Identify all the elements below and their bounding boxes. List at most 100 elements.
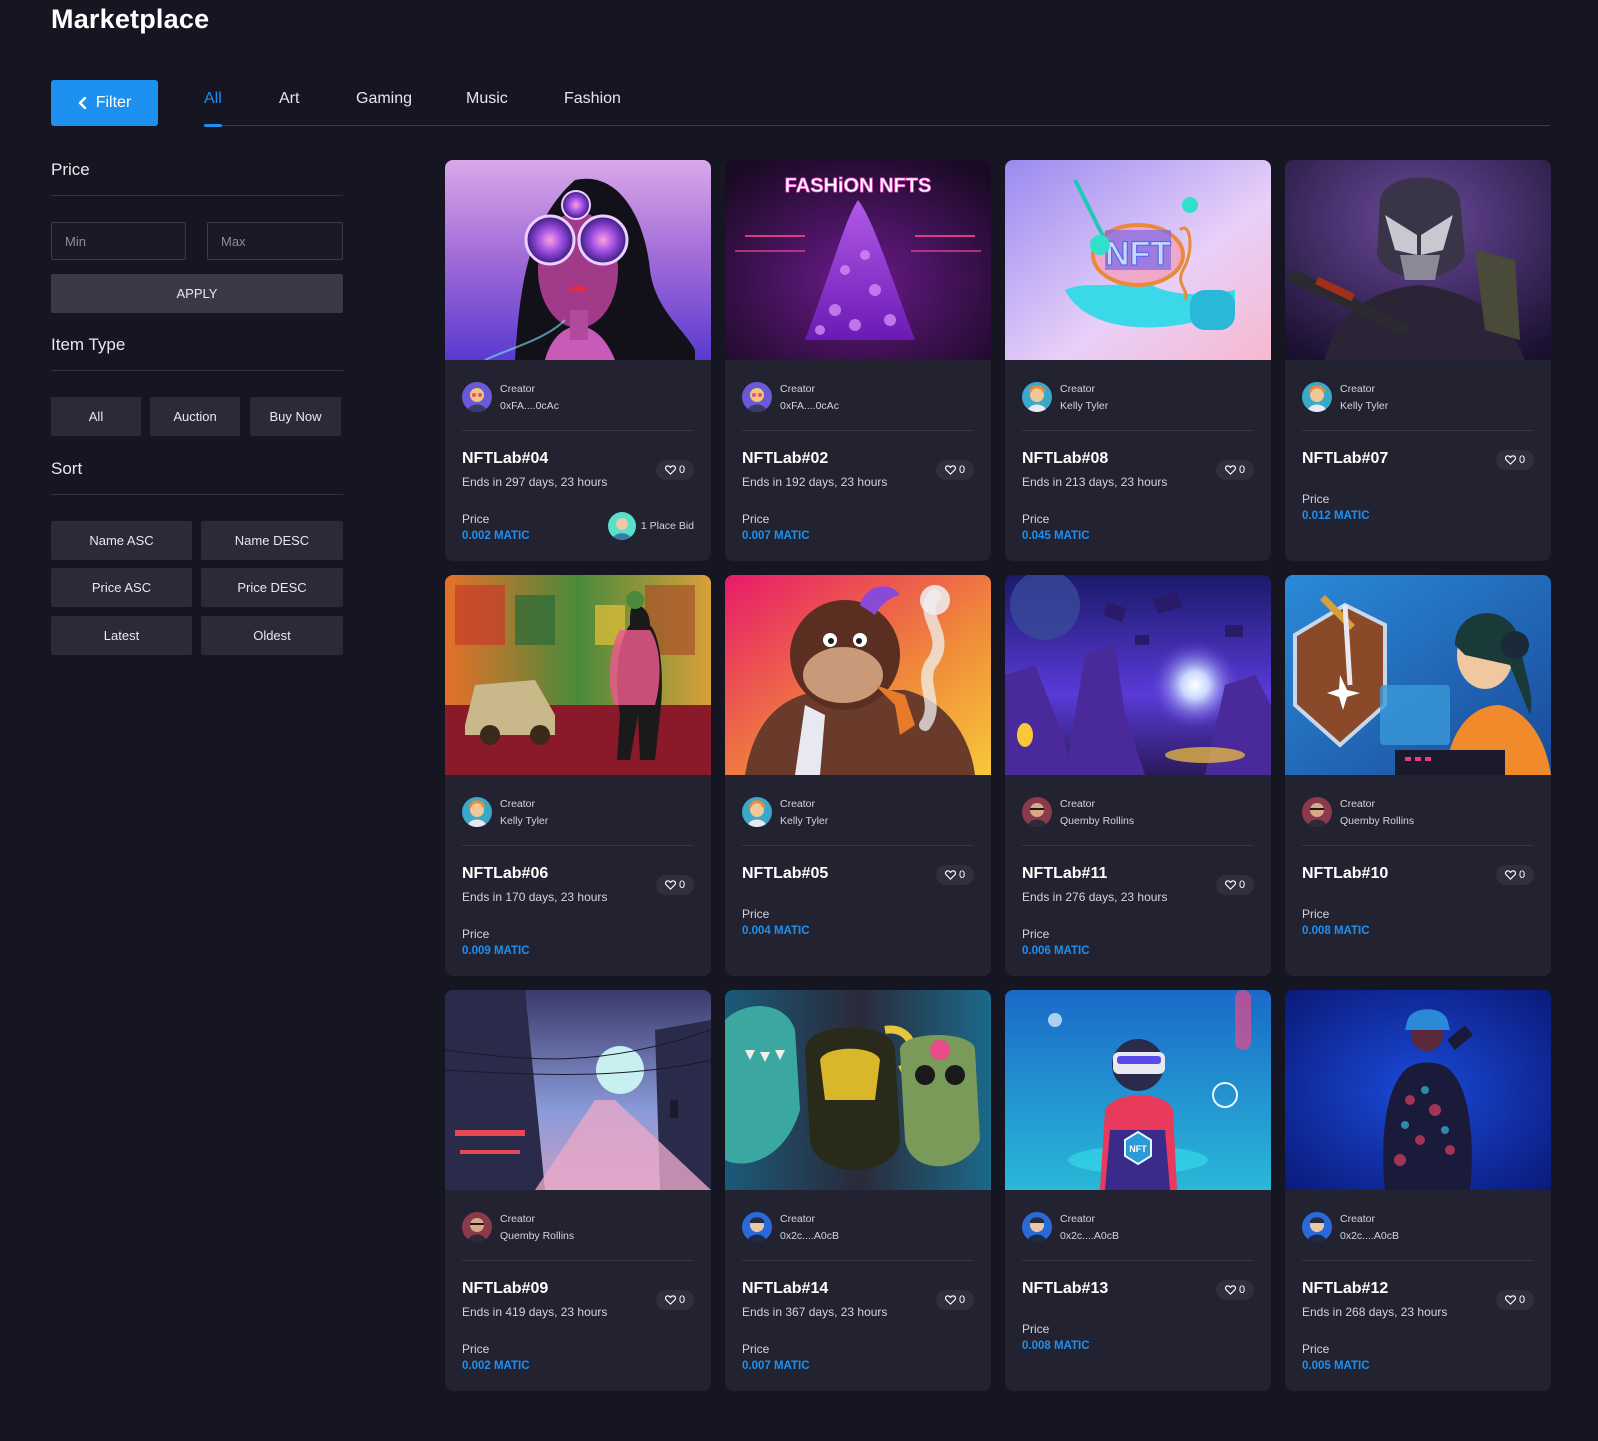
sort-name-desc-button[interactable]: Name DESC (201, 521, 343, 560)
tab-art[interactable]: Art (279, 90, 299, 108)
filter-button[interactable]: Filter (51, 80, 158, 126)
creator-avatar[interactable] (1302, 797, 1332, 827)
creator-label: Creator (1060, 1213, 1096, 1225)
sort-oldest-button[interactable]: Oldest (201, 616, 343, 655)
nft-artwork-image[interactable] (1285, 160, 1551, 360)
nft-name[interactable]: NFTLab#09 (462, 1280, 548, 1298)
sort-latest-button[interactable]: Latest (51, 616, 192, 655)
nft-artwork-image[interactable]: FASHiON NFTS (725, 160, 991, 360)
sort-price-desc-button[interactable]: Price DESC (201, 568, 343, 607)
creator-name[interactable]: Kelly Tyler (500, 815, 548, 827)
like-button[interactable]: 0 (1216, 875, 1254, 895)
price-label: Price (462, 512, 490, 526)
creator-avatar[interactable] (1022, 1212, 1052, 1242)
creator-avatar[interactable] (1022, 797, 1052, 827)
like-button[interactable]: 0 (936, 460, 974, 480)
creator-name[interactable]: 0xFA....0cAc (500, 400, 559, 412)
music-nft-art-text: NFT (1105, 235, 1171, 273)
item-type-auction-button[interactable]: Auction (150, 397, 240, 436)
creator-name[interactable]: Quemby Rollins (1340, 815, 1414, 827)
sort-name-asc-button[interactable]: Name ASC (51, 521, 192, 560)
creator-avatar[interactable] (462, 1212, 492, 1242)
nft-artwork-image[interactable] (1285, 575, 1551, 775)
creator-name[interactable]: Kelly Tyler (780, 815, 828, 827)
nft-artwork-image[interactable] (445, 990, 711, 1190)
tab-music[interactable]: Music (466, 90, 508, 108)
nft-card[interactable]: Creator 0x2c....A0cB NFTLab#12 Ends in 2… (1285, 990, 1551, 1391)
min-price-input[interactable] (51, 222, 186, 260)
card-divider (1302, 845, 1534, 846)
nft-name[interactable]: NFTLab#02 (742, 450, 828, 468)
like-button[interactable]: 0 (936, 1290, 974, 1310)
nft-artwork-image[interactable] (445, 575, 711, 775)
nft-artwork-image[interactable] (725, 990, 991, 1190)
like-button[interactable]: 0 (656, 1290, 694, 1310)
vr-gamer-art-text: NFT (1129, 1144, 1147, 1154)
nft-name[interactable]: NFTLab#10 (1302, 865, 1388, 883)
sort-price-asc-button[interactable]: Price ASC (51, 568, 192, 607)
card-divider (1302, 430, 1534, 431)
nft-card[interactable]: Creator Quemby Rollins NFTLab#10 0 Price… (1285, 575, 1551, 976)
like-button[interactable]: 0 (1496, 450, 1534, 470)
tab-gaming[interactable]: Gaming (356, 90, 412, 108)
nft-card[interactable]: Creator Kelly Tyler NFTLab#06 Ends in 17… (445, 575, 711, 976)
creator-avatar[interactable] (742, 797, 772, 827)
apply-button[interactable]: APPLY (51, 274, 343, 313)
nft-card[interactable]: Creator Quemby Rollins NFTLab#09 Ends in… (445, 990, 711, 1391)
tab-all[interactable]: All (204, 90, 222, 127)
creator-avatar[interactable] (462, 797, 492, 827)
nft-card[interactable]: NFT Creator 0x2c....A0cB NFTLab#13 0 Pri… (1005, 990, 1271, 1391)
creator-avatar[interactable] (742, 382, 772, 412)
nft-name[interactable]: NFTLab#13 (1022, 1280, 1108, 1298)
nft-artwork-image[interactable] (1285, 990, 1551, 1190)
creator-name[interactable]: Kelly Tyler (1060, 400, 1108, 412)
nft-card[interactable]: Creator Quemby Rollins NFTLab#11 Ends in… (1005, 575, 1271, 976)
nft-name[interactable]: NFTLab#07 (1302, 450, 1388, 468)
price-value: 0.045 MATIC (1022, 530, 1090, 542)
nft-name[interactable]: NFTLab#11 (1022, 865, 1107, 883)
creator-name[interactable]: 0xFA....0cAc (780, 400, 839, 412)
nft-card[interactable]: Creator Kelly Tyler NFTLab#07 0 Price 0.… (1285, 160, 1551, 561)
like-button[interactable]: 0 (1216, 460, 1254, 480)
item-type-buy-now-button[interactable]: Buy Now (250, 397, 341, 436)
nft-name[interactable]: NFTLab#08 (1022, 450, 1108, 468)
nft-card[interactable]: FASHiON NFTS Creator 0xFA....0cAc NFTLab… (725, 160, 991, 561)
nft-name[interactable]: NFTLab#14 (742, 1280, 828, 1298)
like-button[interactable]: 0 (936, 865, 974, 885)
nft-artwork-image[interactable]: NFT (1005, 990, 1271, 1190)
auction-ends-text: Ends in 213 days, 23 hours (1022, 475, 1168, 489)
nft-name[interactable]: NFTLab#05 (742, 865, 828, 883)
creator-avatar[interactable] (742, 1212, 772, 1242)
nft-name[interactable]: NFTLab#12 (1302, 1280, 1388, 1298)
place-bid-info[interactable]: 1 Place Bid (607, 512, 694, 540)
creator-name[interactable]: 0x2c....A0cB (1060, 1230, 1119, 1242)
like-button[interactable]: 0 (1216, 1280, 1254, 1300)
nft-card[interactable]: Creator 0x2c....A0cB NFTLab#14 Ends in 3… (725, 990, 991, 1391)
item-type-all-button[interactable]: All (51, 397, 141, 436)
nft-card[interactable]: Creator 0xFA....0cAc NFTLab#04 Ends in 2… (445, 160, 711, 561)
tab-fashion-label: Fashion (564, 90, 621, 107)
creator-name[interactable]: 0x2c....A0cB (780, 1230, 839, 1242)
tab-fashion[interactable]: Fashion (564, 90, 621, 108)
creator-name[interactable]: Quemby Rollins (500, 1230, 574, 1242)
max-price-input[interactable] (207, 222, 343, 260)
creator-avatar[interactable] (1022, 382, 1052, 412)
like-button[interactable]: 0 (656, 875, 694, 895)
creator-avatar[interactable] (1302, 382, 1332, 412)
creator-avatar[interactable] (1302, 1212, 1332, 1242)
creator-name[interactable]: Kelly Tyler (1340, 400, 1388, 412)
nft-name[interactable]: NFTLab#04 (462, 450, 548, 468)
like-button[interactable]: 0 (1496, 865, 1534, 885)
like-button[interactable]: 0 (1496, 1290, 1534, 1310)
creator-avatar[interactable] (462, 382, 492, 412)
nft-name[interactable]: NFTLab#06 (462, 865, 548, 883)
nft-artwork-image[interactable]: NFT (1005, 160, 1271, 360)
like-button[interactable]: 0 (656, 460, 694, 480)
nft-card[interactable]: NFT Creator Kelly Tyler NFTLab#08 Ends i… (1005, 160, 1271, 561)
nft-artwork-image[interactable] (445, 160, 711, 360)
nft-card[interactable]: Creator Kelly Tyler NFTLab#05 0 Price 0.… (725, 575, 991, 976)
nft-artwork-image[interactable] (725, 575, 991, 775)
nft-artwork-image[interactable] (1005, 575, 1271, 775)
creator-name[interactable]: 0x2c....A0cB (1340, 1230, 1399, 1242)
creator-name[interactable]: Quemby Rollins (1060, 815, 1134, 827)
